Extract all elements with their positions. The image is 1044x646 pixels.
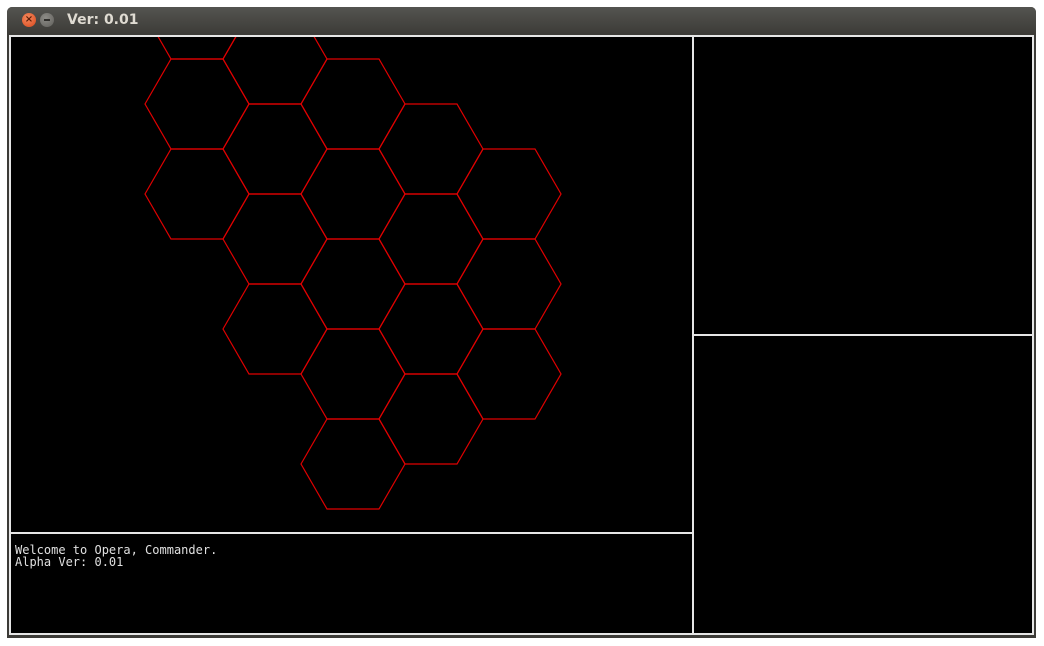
- hex-cell[interactable]: [300, 58, 406, 150]
- hex-cell[interactable]: [222, 103, 328, 195]
- hex-cell[interactable]: [144, 58, 250, 150]
- hex-cell[interactable]: [222, 283, 328, 375]
- minimize-icon[interactable]: [40, 13, 54, 27]
- hex-cell[interactable]: [456, 328, 562, 420]
- window-title: Ver: 0.01: [67, 12, 139, 28]
- hex-cell[interactable]: [456, 238, 562, 330]
- info-panel-top: [692, 35, 1034, 336]
- hex-cell[interactable]: [222, 37, 328, 105]
- hex-map[interactable]: [11, 37, 692, 532]
- hex-cell[interactable]: [144, 148, 250, 240]
- hex-cell[interactable]: [300, 418, 406, 510]
- hex-cell[interactable]: [300, 148, 406, 240]
- hex-cell[interactable]: [378, 283, 484, 375]
- hex-cell[interactable]: [378, 103, 484, 195]
- message-console: Welcome to Opera, Commander. Alpha Ver: …: [9, 532, 694, 635]
- hex-cell[interactable]: [456, 148, 562, 240]
- app-window: × Ver: 0.01 Welcome to Opera, Commander.…: [7, 7, 1036, 638]
- close-icon[interactable]: ×: [22, 13, 36, 27]
- title-bar[interactable]: × Ver: 0.01: [7, 7, 1036, 34]
- hex-cell[interactable]: [378, 193, 484, 285]
- hex-cell[interactable]: [222, 193, 328, 285]
- console-line: Alpha Ver: 0.01: [15, 555, 124, 569]
- hex-cell[interactable]: [300, 328, 406, 420]
- info-panel-bottom: [692, 334, 1034, 635]
- hex-cell[interactable]: [378, 373, 484, 465]
- hex-map-view[interactable]: [9, 35, 694, 534]
- hex-cell[interactable]: [300, 238, 406, 330]
